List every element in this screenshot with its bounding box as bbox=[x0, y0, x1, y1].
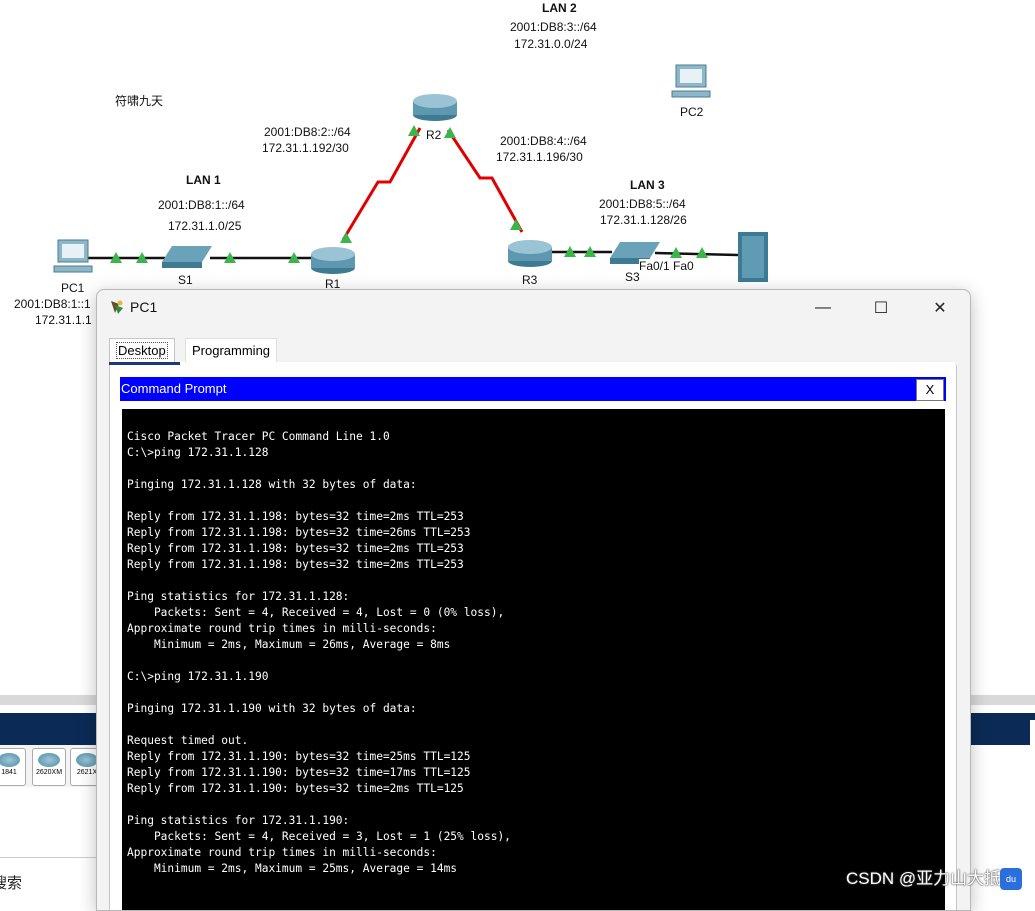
router-icon bbox=[0, 753, 20, 767]
pt-search-label[interactable]: 搜索 bbox=[0, 872, 22, 893]
terminal-line: Minimum = 2ms, Maximum = 26ms, Average =… bbox=[127, 638, 451, 651]
tab-programming[interactable]: Programming bbox=[185, 338, 278, 363]
terminal-line: Pinging 172.31.1.190 with 32 bytes of da… bbox=[127, 702, 417, 715]
lan1-ipv4: 172.31.1.0/25 bbox=[168, 219, 242, 233]
baidu-badge-icon: du bbox=[1000, 868, 1022, 890]
terminal-line: Ping statistics for 172.31.1.190: bbox=[127, 814, 350, 827]
router-r2-icon[interactable] bbox=[413, 94, 457, 121]
cable-s3-server[interactable] bbox=[654, 251, 739, 257]
maximize-button[interactable]: ☐ bbox=[858, 290, 904, 326]
link-r2-r3-ipv6: 2001:DB8:4::/64 bbox=[500, 134, 587, 148]
link-r2-r3-ipv4: 172.31.1.196/30 bbox=[496, 150, 583, 164]
minimize-button[interactable]: — bbox=[800, 290, 846, 326]
terminal-line: Request timed out. bbox=[127, 734, 249, 747]
close-button[interactable]: ✕ bbox=[917, 290, 963, 326]
router-r1-icon[interactable] bbox=[311, 247, 355, 274]
command-prompt-title: Command Prompt bbox=[121, 381, 227, 396]
terminal-line: Minimum = 2ms, Maximum = 25ms, Average =… bbox=[127, 862, 458, 875]
pc1-label: PC1 bbox=[61, 281, 85, 295]
r3-label: R3 bbox=[522, 273, 538, 287]
pt-device-list: 1841 2620XM 2621X bbox=[0, 745, 104, 787]
terminal-line: Cisco Packet Tracer PC Command Line 1.0 bbox=[127, 430, 390, 443]
csdn-watermark: CSDN @亚力山大抵 bbox=[846, 869, 1002, 888]
serial-link-r1-r2[interactable] bbox=[341, 127, 422, 241]
s3-label: S3 bbox=[625, 270, 640, 284]
switch-s1-icon[interactable] bbox=[162, 246, 212, 268]
pc2-label: PC2 bbox=[680, 105, 704, 119]
pc1-ipv6: 2001:DB8:1::1 bbox=[14, 297, 91, 311]
terminal-line: Ping statistics for 172.31.1.128: bbox=[127, 590, 350, 603]
lan2-ipv4: 172.31.0.0/24 bbox=[514, 37, 588, 51]
lan2-ipv6: 2001:DB8:3::/64 bbox=[510, 20, 597, 34]
router-r3-icon[interactable] bbox=[508, 240, 552, 267]
terminal-line: Reply from 172.31.1.198: bytes=32 time=2… bbox=[127, 542, 464, 555]
tab-desktop[interactable]: Desktop bbox=[109, 338, 175, 363]
pc1-window: PC1 — ☐ ✕ Desktop Programming Command Pr… bbox=[96, 289, 971, 911]
terminal-line: Packets: Sent = 4, Received = 3, Lost = … bbox=[127, 830, 511, 843]
pt-right-panel-edge bbox=[1030, 720, 1035, 746]
port-labels: Fa0/1 Fa0 bbox=[639, 259, 694, 273]
r2-label: R2 bbox=[426, 128, 442, 142]
pc1-icon[interactable] bbox=[53, 239, 93, 273]
annotation-note: 符啸九天 bbox=[115, 94, 164, 108]
device-1841[interactable]: 1841 bbox=[0, 748, 26, 786]
lan3-ipv4: 172.31.1.128/26 bbox=[600, 213, 687, 227]
lan3-ipv6: 2001:DB8:5::/64 bbox=[599, 197, 686, 211]
command-prompt-close-button[interactable]: X bbox=[916, 379, 944, 401]
terminal-line: C:\>ping 172.31.1.190 bbox=[127, 670, 269, 683]
terminal-line: Reply from 172.31.1.190: bytes=32 time=2… bbox=[127, 782, 464, 795]
lan3-title: LAN 3 bbox=[630, 178, 665, 192]
minimize-icon: — bbox=[815, 299, 831, 316]
terminal-line: Reply from 172.31.1.190: bytes=32 time=2… bbox=[127, 750, 471, 763]
terminal-line: Pinging 172.31.1.128 with 32 bytes of da… bbox=[127, 478, 417, 491]
server-icon[interactable] bbox=[738, 232, 768, 282]
maximize-icon: ☐ bbox=[873, 300, 889, 317]
link-r1-r2-ipv6: 2001:DB8:2::/64 bbox=[264, 125, 351, 139]
s1-label: S1 bbox=[178, 273, 193, 287]
close-icon: ✕ bbox=[933, 300, 947, 317]
desktop-content: Command Prompt X Cisco Packet Tracer PC … bbox=[109, 365, 957, 910]
window-titlebar[interactable]: PC1 — ☐ ✕ bbox=[97, 290, 970, 326]
link-r1-r2-ipv4: 172.31.1.192/30 bbox=[262, 141, 349, 155]
lan1-ipv6: 2001:DB8:1::/64 bbox=[158, 198, 245, 212]
lan1-title: LAN 1 bbox=[186, 173, 221, 187]
router-icon bbox=[76, 753, 98, 767]
terminal-line: Reply from 172.31.1.198: bytes=32 time=2… bbox=[127, 558, 464, 571]
lan2-title: LAN 2 bbox=[542, 1, 577, 15]
terminal-line: Approximate round trip times in milli-se… bbox=[127, 846, 437, 859]
terminal-line: Reply from 172.31.1.190: bytes=32 time=1… bbox=[127, 766, 471, 779]
terminal-line: C:\>ping 172.31.1.128 bbox=[127, 446, 269, 459]
pt-search-divider bbox=[0, 857, 100, 858]
terminal-line: Approximate round trip times in milli-se… bbox=[127, 622, 437, 635]
terminal-line: Reply from 172.31.1.198: bytes=32 time=2… bbox=[127, 526, 471, 539]
window-title: PC1 bbox=[130, 299, 158, 315]
command-prompt-terminal[interactable]: Cisco Packet Tracer PC Command Line 1.0 C… bbox=[122, 409, 945, 910]
packet-tracer-app-icon bbox=[111, 300, 123, 314]
router-icon bbox=[38, 753, 60, 767]
pc2-icon[interactable] bbox=[671, 64, 711, 98]
terminal-line: Packets: Sent = 4, Received = 4, Lost = … bbox=[127, 606, 505, 619]
command-prompt-titlebar: Command Prompt X bbox=[120, 377, 946, 401]
terminal-line: Reply from 172.31.1.198: bytes=32 time=2… bbox=[127, 510, 464, 523]
device-2620xm[interactable]: 2620XM bbox=[32, 748, 66, 786]
pc1-ipv4: 172.31.1.1 bbox=[35, 313, 92, 327]
